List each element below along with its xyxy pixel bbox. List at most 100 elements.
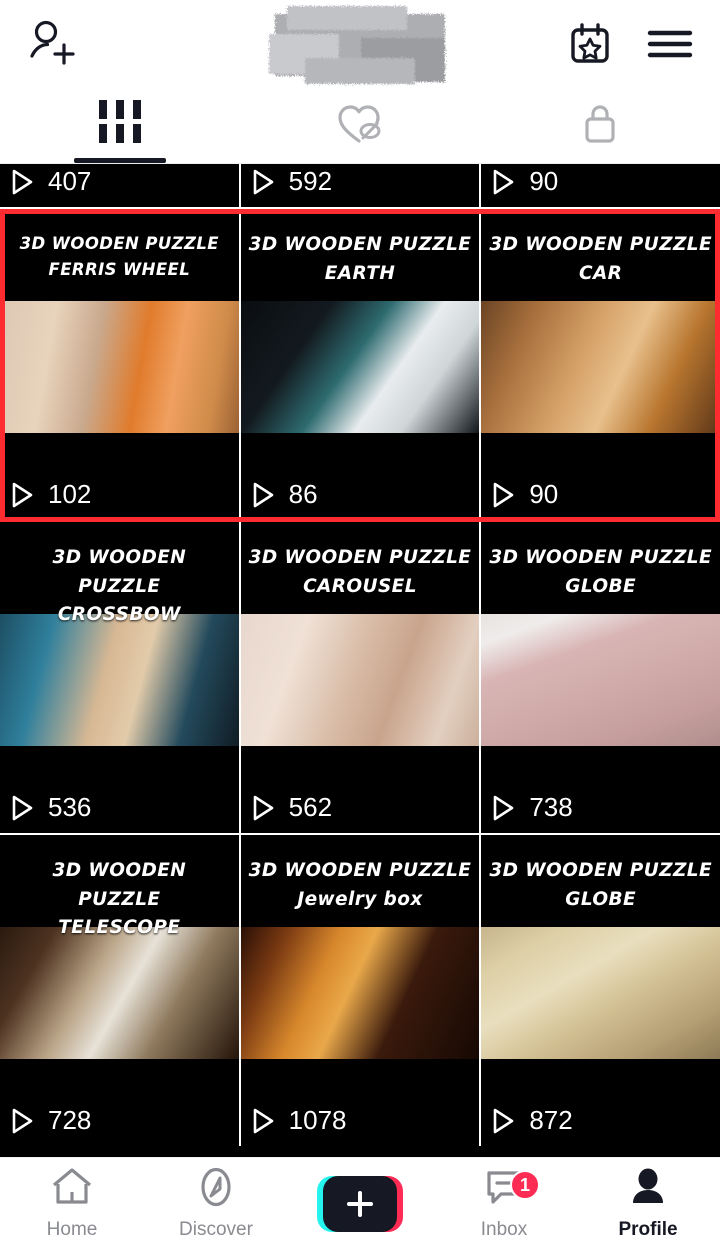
tab-posts[interactable] bbox=[0, 92, 240, 163]
tab-private[interactable] bbox=[480, 92, 720, 163]
video-title-line1: 3D WOODEN PUZZLE bbox=[489, 860, 713, 881]
view-count: 86 bbox=[251, 479, 318, 510]
view-count-value: 872 bbox=[529, 1105, 573, 1135]
video-title-line1: 3D WOODEN PUZZLE bbox=[52, 860, 187, 910]
view-count-value: 728 bbox=[48, 1105, 92, 1135]
video-title-line1: 3D WOODEN PUZZLE bbox=[489, 547, 713, 568]
nav-item-inbox[interactable]: 1 Inbox bbox=[432, 1158, 576, 1249]
video-cell[interactable]: 592 bbox=[240, 164, 480, 207]
create-icon[interactable] bbox=[317, 1175, 403, 1232]
video-title-line1: 3D WOODEN PUZZLE bbox=[248, 547, 472, 568]
video-cell[interactable]: 3D WOODEN PUZZLE CROSSBOW 536 bbox=[0, 522, 239, 833]
play-icon bbox=[253, 1108, 273, 1133]
video-title-line1: 3D WOODEN PUZZLE bbox=[248, 234, 472, 255]
view-count-value: 738 bbox=[529, 792, 573, 822]
nav-item-home[interactable]: Home bbox=[0, 1158, 144, 1249]
play-icon bbox=[494, 1108, 514, 1133]
video-title-line2: EARTH bbox=[324, 262, 396, 284]
video-thumbnail bbox=[240, 301, 480, 433]
view-count: 562 bbox=[251, 792, 332, 823]
play-icon bbox=[494, 482, 514, 507]
view-count: 102 bbox=[10, 479, 91, 510]
play-icon bbox=[494, 169, 514, 194]
video-cell[interactable]: 3D WOODEN PUZZLE TELESCOPE 728 bbox=[0, 835, 239, 1146]
video-thumbnail bbox=[481, 614, 720, 746]
nav-item-profile[interactable]: Profile bbox=[576, 1158, 720, 1249]
video-title: 3D WOODEN PUZZLE CAROUSEL bbox=[241, 522, 480, 601]
view-count: 90 bbox=[491, 479, 558, 510]
video-title-line1: 3D WOODEN PUZZLE bbox=[19, 234, 219, 253]
video-title: 3D WOODEN PUZZLE Jewelry box bbox=[241, 835, 480, 914]
video-thumbnail bbox=[481, 927, 720, 1059]
profile-tabs bbox=[0, 92, 720, 164]
view-count: 1078 bbox=[251, 1105, 347, 1136]
video-title: 3D WOODEN PUZZLE EARTH bbox=[241, 209, 480, 288]
add-person-icon[interactable] bbox=[26, 18, 80, 75]
video-title: 3D WOODEN PUZZLE FERRIS WHEEL bbox=[0, 209, 239, 282]
grid-icon bbox=[99, 100, 141, 143]
video-thumbnail bbox=[481, 301, 720, 433]
video-title-line1: 3D WOODEN PUZZLE bbox=[489, 234, 713, 255]
video-cell[interactable]: 3D WOODEN PUZZLE CAR 90 bbox=[481, 209, 720, 520]
tab-liked[interactable] bbox=[240, 92, 480, 163]
video-cell[interactable]: 3D WOODEN PUZZLE CAROUSEL 562 bbox=[240, 522, 480, 833]
video-cell[interactable]: 3D WOODEN PUZZLE Jewelry box 1078 bbox=[240, 835, 480, 1146]
video-title-line2: GLOBE bbox=[565, 575, 637, 597]
username-redacted bbox=[265, 4, 455, 86]
view-count-value: 536 bbox=[48, 792, 92, 822]
view-count-value: 562 bbox=[288, 792, 333, 822]
view-count-value: 407 bbox=[48, 166, 92, 196]
nav-label-inbox: Inbox bbox=[480, 1219, 528, 1240]
video-thumbnail bbox=[0, 614, 239, 746]
video-cell[interactable]: 3D WOODEN PUZZLE FERRIS WHEEL 102 bbox=[0, 209, 239, 520]
view-count-value: 90 bbox=[529, 166, 559, 196]
view-count: 90 bbox=[491, 166, 558, 197]
lock-icon bbox=[579, 100, 621, 153]
play-icon bbox=[12, 1108, 33, 1133]
nav-label-discover: Discover bbox=[179, 1219, 253, 1240]
view-count: 738 bbox=[491, 792, 573, 823]
video-title-line2: CAROUSEL bbox=[303, 575, 417, 597]
bottom-navigation: Home Discover 1 Inbox Profile bbox=[0, 1157, 720, 1249]
nav-label-profile: Profile bbox=[618, 1219, 678, 1240]
inbox-badge: 1 bbox=[510, 1170, 540, 1200]
play-icon bbox=[494, 795, 514, 820]
nav-item-discover[interactable]: Discover bbox=[144, 1158, 288, 1249]
video-thumbnail bbox=[0, 927, 239, 1059]
heart-hidden-icon bbox=[335, 100, 385, 151]
view-count-value: 592 bbox=[288, 166, 333, 196]
view-count-value: 86 bbox=[288, 479, 318, 509]
video-thumbnail bbox=[240, 927, 480, 1059]
video-title-line1: 3D WOODEN PUZZLE bbox=[248, 860, 472, 881]
home-icon bbox=[49, 1166, 95, 1213]
play-icon bbox=[12, 169, 33, 194]
play-icon bbox=[253, 482, 273, 507]
video-title-line2: CAR bbox=[578, 262, 623, 284]
video-cell[interactable]: 90 bbox=[481, 164, 720, 207]
video-thumbnail bbox=[0, 301, 239, 433]
video-thumbnail bbox=[240, 614, 480, 746]
video-cell[interactable]: 3D WOODEN PUZZLE GLOBE 738 bbox=[481, 522, 720, 833]
hamburger-menu-icon[interactable] bbox=[646, 26, 694, 67]
play-icon bbox=[253, 169, 273, 194]
compass-icon bbox=[193, 1166, 239, 1213]
video-title: 3D WOODEN PUZZLE CAR bbox=[481, 209, 720, 288]
view-count-value: 102 bbox=[48, 479, 92, 509]
view-count: 728 bbox=[10, 1105, 91, 1136]
calendar-star-icon[interactable] bbox=[568, 22, 612, 71]
nav-item-create[interactable] bbox=[288, 1158, 432, 1249]
view-count: 407 bbox=[10, 166, 91, 197]
nav-label-home: Home bbox=[46, 1219, 98, 1240]
video-title: 3D WOODEN PUZZLE GLOBE bbox=[481, 522, 720, 601]
video-cell[interactable]: 3D WOODEN PUZZLE EARTH 86 bbox=[240, 209, 480, 520]
video-cell[interactable]: 407 bbox=[0, 164, 239, 207]
view-count: 872 bbox=[491, 1105, 573, 1136]
play-icon bbox=[253, 795, 273, 820]
header-right-group bbox=[568, 22, 694, 71]
view-count-value: 90 bbox=[529, 479, 559, 509]
video-grid: 407 592 90 3D WOODEN PUZZLE FERRIS WHEEL 102 3… bbox=[0, 164, 720, 1146]
video-cell[interactable]: 3D WOODEN PUZZLE GLOBE 872 bbox=[481, 835, 720, 1146]
header-left-group bbox=[26, 18, 80, 75]
video-title-line2: Jewelry box bbox=[297, 888, 423, 910]
video-title-line2: FERRIS WHEEL bbox=[48, 259, 191, 279]
